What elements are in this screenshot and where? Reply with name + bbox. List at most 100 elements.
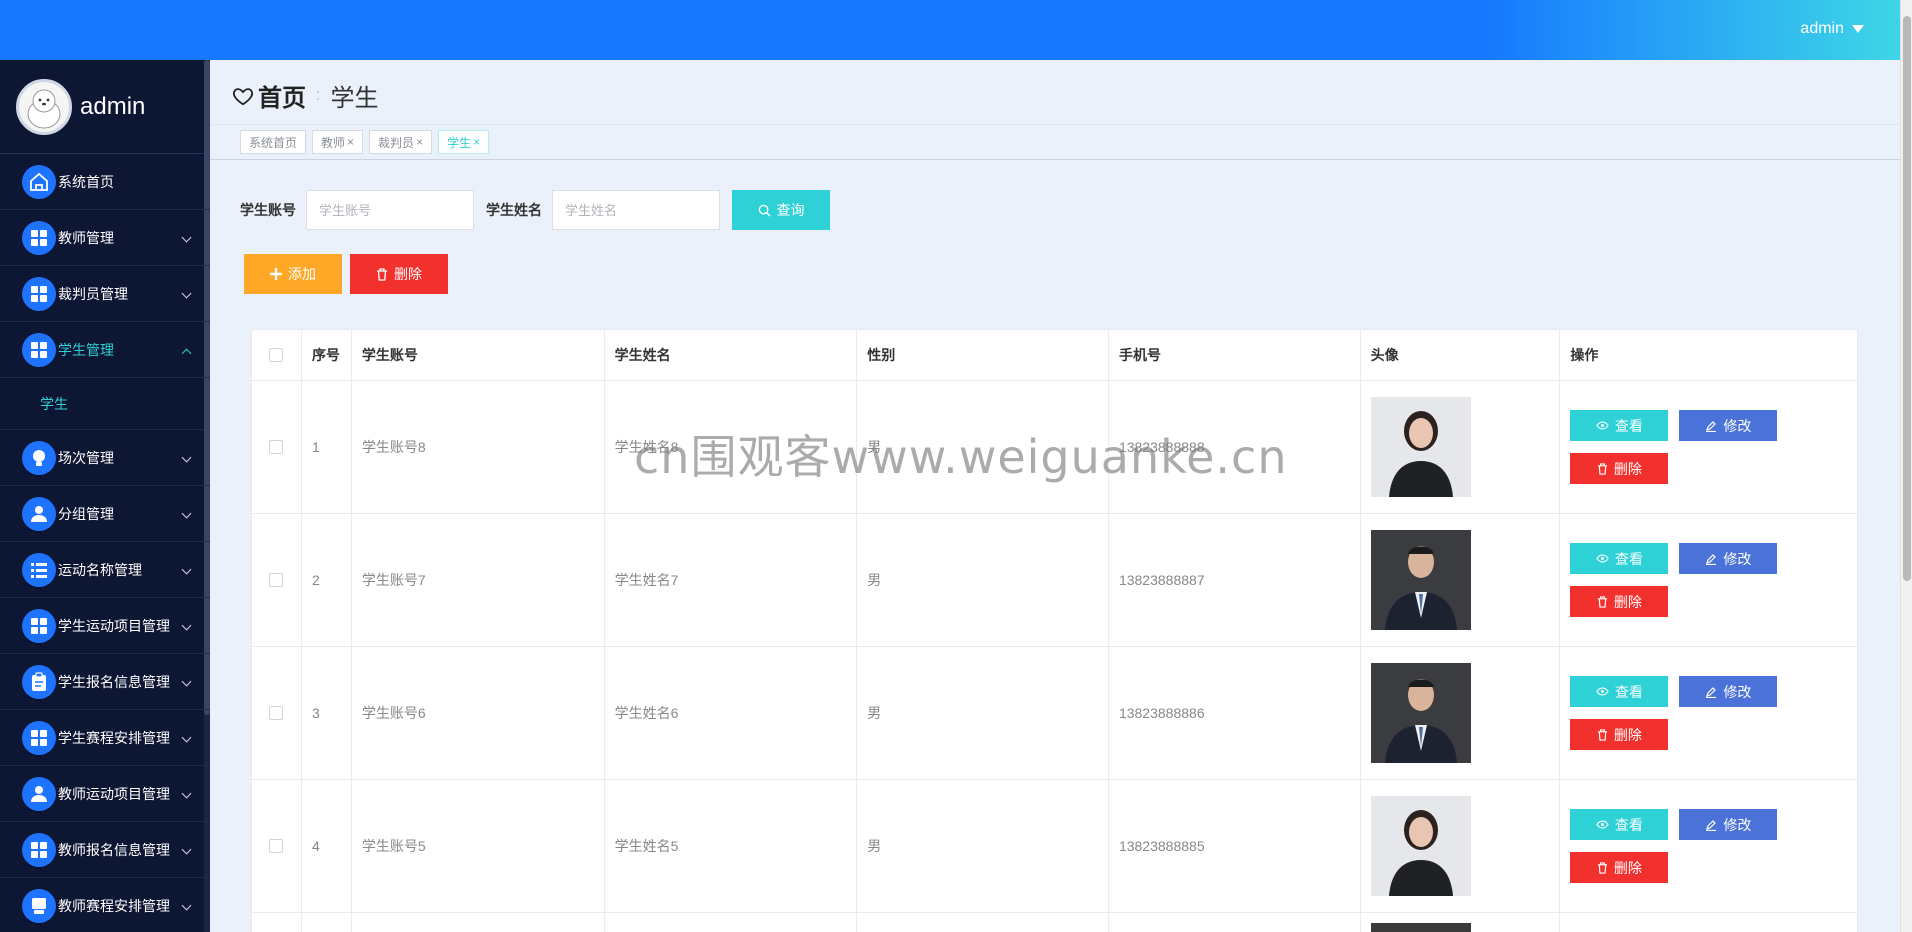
sidebar-subitem-student[interactable]: 学生 [0, 378, 210, 430]
view-button[interactable]: 查看 [1570, 543, 1669, 574]
col-photo: 头像 [1361, 330, 1561, 380]
cell-account: 学生账号5 [352, 780, 605, 912]
delete-button[interactable]: 删除 [1570, 719, 1669, 750]
cell-sex: 男 [857, 514, 1109, 646]
sidebar-item-10[interactable]: 教师运动项目管理 [0, 766, 210, 822]
sidebar-item-label: 分组管理 [58, 505, 114, 522]
sidebar-item-1[interactable]: 教师管理 [0, 210, 210, 266]
view-button[interactable]: 查看 [1570, 410, 1669, 441]
sidebar-item-3[interactable]: 学生管理 [0, 322, 210, 378]
edit-icon [1706, 686, 1717, 698]
cell-sex: 男 [857, 780, 1109, 912]
cell-ops: 查看 修改删除 [1560, 647, 1857, 779]
view-button[interactable]: 查看 [1570, 676, 1669, 707]
avatar-photo[interactable] [1370, 397, 1471, 497]
chevron-down-icon [181, 288, 192, 299]
query-label: 查询 [776, 202, 805, 218]
row-checkbox[interactable] [269, 839, 284, 853]
chevron-down-icon [181, 732, 192, 743]
sidebar-item-6[interactable]: 运动名称管理 [0, 542, 210, 598]
home-icon [22, 164, 56, 199]
edit-button[interactable]: 修改 [1679, 543, 1778, 574]
sidebar-item-5[interactable]: 分组管理 [0, 486, 210, 542]
sidebar-item-2[interactable]: 裁判员管理 [0, 266, 210, 322]
sidebar-item-11[interactable]: 教师报名信息管理 [0, 822, 210, 878]
avatar-photo[interactable] [1370, 663, 1471, 763]
delete-label: 删除 [1613, 593, 1642, 610]
chevron-down-icon [181, 564, 192, 575]
user-name: admin [1800, 20, 1844, 37]
batch-delete-button[interactable]: 删除 [350, 254, 448, 294]
row-checkbox[interactable] [269, 573, 284, 587]
delete-button[interactable]: 删除 [1570, 586, 1669, 617]
cell-photo [1361, 381, 1561, 513]
sidebar-item-9[interactable]: 学生赛程安排管理 [0, 710, 210, 766]
add-button[interactable]: 添加 [244, 254, 342, 294]
delete-button[interactable]: 删除 [1570, 852, 1669, 883]
cell-no: 2 [302, 514, 352, 646]
students-table: 序号 学生账号 学生姓名 性别 手机号 头像 操作 1 学生账号8 学生姓名8 男 13… [251, 329, 1858, 932]
col-phone: 手机号 [1109, 330, 1361, 380]
cell-ops: 查看 修改 删除 [1560, 780, 1857, 912]
sidebar-item-8[interactable]: 学生报名信息管理 [0, 654, 210, 710]
eye-icon [1596, 554, 1609, 563]
close-icon[interactable]: × [347, 135, 354, 149]
cell-name: 学生姓名6 [605, 647, 858, 779]
chevron-down-icon [181, 900, 192, 911]
chevron-down-icon [181, 232, 192, 243]
sidebar-item-label: 场次管理 [58, 449, 114, 466]
avatar-photo[interactable] [1370, 796, 1471, 896]
sidebar-item-label: 学生运动项目管理 [58, 617, 170, 634]
select-all-checkbox[interactable] [269, 348, 284, 362]
close-icon[interactable]: × [416, 135, 423, 149]
user-menu[interactable]: admin [1800, 20, 1864, 38]
query-button[interactable]: 查询 [732, 190, 830, 230]
delete-button[interactable]: 删除 [1570, 453, 1669, 484]
cell-account: 学生账号6 [352, 647, 605, 779]
table-header: 序号 学生账号 学生姓名 性别 手机号 头像 操作 [252, 330, 1857, 381]
view-label: 查看 [1614, 417, 1643, 434]
breadcrumb-home[interactable]: 首页 [232, 78, 306, 113]
edit-button[interactable]: 修改 [1679, 676, 1778, 707]
user-icon [22, 496, 56, 531]
cell-name: 学生姓名8 [605, 381, 858, 513]
avatar-photo[interactable] [1370, 530, 1471, 630]
edit-label: 修改 [1723, 683, 1752, 700]
sidebar-item-7[interactable]: 学生运动项目管理 [0, 598, 210, 654]
row-checkbox[interactable] [269, 706, 284, 720]
sidebar-item-4[interactable]: 场次管理 [0, 430, 210, 486]
row-checkbox[interactable] [269, 440, 284, 454]
close-icon[interactable]: × [473, 135, 480, 149]
doc-icon [22, 888, 56, 923]
sidebar-item-0[interactable]: 系统首页 [0, 154, 210, 210]
chevron-down-icon [181, 452, 192, 463]
tab-0[interactable]: 系统首页 [240, 130, 307, 154]
row-check-cell [252, 647, 302, 779]
cell-sex: 男 [857, 647, 1109, 779]
name-input[interactable] [552, 190, 720, 230]
page-scrollbar-thumb[interactable] [1903, 16, 1911, 581]
plus-icon [270, 268, 282, 280]
row-check-cell [252, 381, 302, 513]
account-input[interactable] [306, 190, 474, 230]
cell-photo [1361, 514, 1561, 646]
eye-icon [1596, 421, 1609, 430]
edit-button[interactable]: 修改 [1679, 809, 1778, 840]
edit-button[interactable]: 修改 [1679, 410, 1778, 441]
delete-label: 删除 [1613, 460, 1642, 477]
sidebar-item-12[interactable]: 教师赛程安排管理 [0, 878, 210, 932]
tab-2[interactable]: 裁判员 × [369, 130, 433, 154]
page-scrollbar[interactable] [1900, 0, 1912, 932]
sidebar-item-label: 教师报名信息管理 [58, 841, 170, 858]
sidebar-item-label: 教师管理 [58, 229, 114, 246]
sidebar: admin 系统首页 教师管理 裁判员管理 学生管理 学生 场次管理 分组管理 运动名称管理学… [0, 60, 210, 932]
tab-3[interactable]: 学生 × [438, 130, 490, 154]
tab-1[interactable]: 教师 × [312, 130, 364, 154]
edit-icon [1706, 420, 1717, 432]
edit-label: 修改 [1723, 417, 1752, 434]
top-bar: admin [0, 0, 1900, 60]
view-button[interactable]: 查看 [1570, 809, 1669, 840]
trash-icon [1597, 462, 1607, 475]
tab-label: 裁判员 [378, 135, 415, 150]
bulb-icon [22, 440, 56, 475]
